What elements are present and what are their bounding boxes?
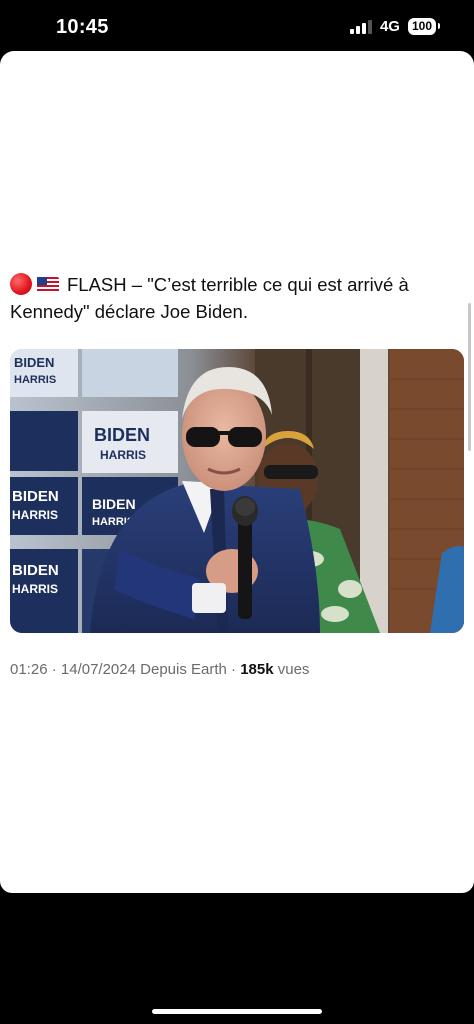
tweet-photo[interactable]: BIDEN HARRIS BIDEN HARRIS BIDEN HARRIS B… <box>10 349 464 633</box>
sign-line2: HARRIS <box>12 582 58 596</box>
home-indicator[interactable] <box>152 1009 322 1014</box>
tweet-meta: 01:26 · 14/07/2024 Depuis Earth · 185k v… <box>10 661 309 678</box>
sign-line1: BIDEN <box>12 488 59 505</box>
us-flag-icon <box>37 277 59 292</box>
battery-icon: 100 <box>407 18 441 35</box>
sign-line1: BIDEN <box>94 425 150 445</box>
network-type: 4G <box>379 18 400 35</box>
views-label: vues <box>277 661 310 678</box>
signal-strength-icon <box>349 19 372 34</box>
tweet-card[interactable]: FLASH – "C’est terrible ce qui est arriv… <box>0 51 474 893</box>
sign-line2: HARRIS <box>100 448 146 462</box>
photo-scene: BIDEN HARRIS BIDEN HARRIS BIDEN HARRIS B… <box>10 349 464 633</box>
meta-separator: · <box>51 661 57 678</box>
sign-line1: BIDEN <box>12 562 59 579</box>
sign-line1: BIDEN <box>92 496 136 512</box>
scrollbar[interactable] <box>468 303 471 451</box>
sign-line1: BIDEN <box>14 355 54 370</box>
status-time: 10:45 <box>56 16 109 38</box>
tweet-text: FLASH – "C’est terrible ce qui est arriv… <box>10 271 458 325</box>
tweet-source[interactable]: Depuis Earth <box>140 661 227 678</box>
meta-separator: · <box>231 661 237 678</box>
views-count: 185k <box>240 661 274 678</box>
status-indicators: 4G 100 <box>349 18 441 35</box>
sign-line2: HARRIS <box>14 374 56 386</box>
tweet-time: 01:26 <box>10 661 48 678</box>
red-circle-icon <box>10 273 32 295</box>
tweet-body: FLASH – "C’est terrible ce qui est arriv… <box>10 274 409 322</box>
tweet-date: 14/07/2024 <box>60 661 136 678</box>
status-bar: 10:45 4G 100 <box>0 0 474 52</box>
sign-line2: HARRIS <box>12 508 58 522</box>
